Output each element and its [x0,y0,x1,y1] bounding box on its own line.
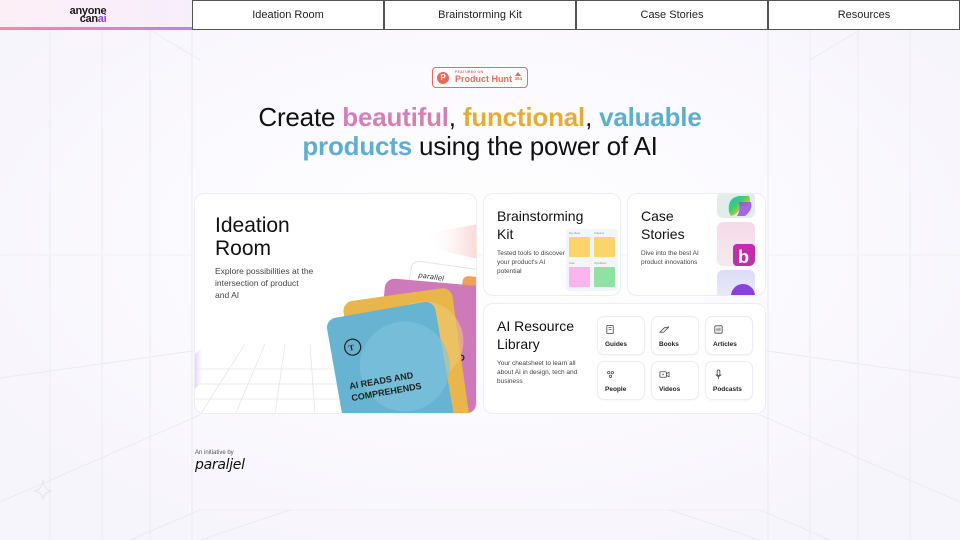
ideation-title-line2: Room [215,237,272,260]
library-title-line2: Library [497,336,540,352]
sticky-label: Hypothesis [594,262,607,265]
headline-products: products [302,131,412,161]
upvote-number: 364 [514,76,522,81]
product-hunt-badge[interactable]: P FEATURED ON Product Hunt 364 [432,67,528,88]
sticky-label: Key Ideas [569,232,581,235]
svg-text:b: b [738,247,749,266]
resource-tile-articles[interactable]: Articles [705,316,753,355]
brainstorm-title-line1: Brainstorming [497,208,584,224]
tile-label: Videos [659,386,681,393]
ideation-room-card[interactable]: parallel ND A T AI READS AND COMPREHENDS… [194,193,477,414]
resource-library-title: AI Resource Library [497,317,574,353]
brand-app-tile: b [717,222,755,266]
case-stories-subtitle: Dive into the best AI product innovation… [641,250,699,266]
nav-resources[interactable]: Resources [768,0,960,30]
product-hunt-name: Product Hunt [455,73,512,84]
resource-tiles: Guides Books Articles People Videos Podc… [597,316,753,400]
nav-brainstorming-kit[interactable]: Brainstorming Kit [384,0,576,30]
guide-icon [606,324,614,335]
tile-label: Books [659,341,679,348]
sticky-label: Goal [569,262,575,265]
product-hunt-text: FEATURED ON Product Hunt [455,71,512,84]
sticky-note-green [594,267,615,287]
brainstorming-kit-card[interactable]: Brainstorming Kit Tested tools to discov… [483,193,621,296]
copilot-icon [728,196,752,216]
case-title-line1: Case [641,208,674,224]
headline-beautiful: beautiful [342,102,449,132]
library-title-line1: AI Resource [497,318,575,334]
sticky-note-yellow [569,237,590,257]
ideation-room-title: Ideation Room [215,214,290,260]
copilot-app-tile [717,194,755,218]
headline-functional: functional [462,102,586,132]
nav-ideation-room[interactable]: Ideation Room [192,0,384,30]
purple-app-icon [731,284,755,295]
headline-rest: using the power of AI [411,131,658,161]
sticky-label: Outcome [594,232,605,235]
headline-comma1: , [448,102,463,132]
hero-headline: Create beautiful, functional, valuable p… [0,103,960,161]
ai-resource-library-card[interactable]: AI Resource Library Your cheatsheet to l… [483,303,766,414]
case-title-line2: Stories [641,226,685,242]
case-stories-card[interactable]: Case Stories Dive into the best AI produ… [627,193,766,296]
tile-label: People [605,386,627,393]
headline-create: Create [258,102,343,132]
third-app-tile [717,270,755,295]
article-icon [714,325,723,334]
book-icon [659,325,670,333]
headline-comma2: , [585,102,600,132]
resource-tile-people[interactable]: People [597,361,645,400]
ideation-room-subtitle: Explore possibilities at the intersectio… [215,266,314,300]
resource-library-subtitle: Your cheatsheet to learn all about AI in… [497,360,578,385]
initiative-label: An initiative by [195,450,234,456]
logo-ai: ai [97,13,107,25]
ideation-title-line1: Ideation [215,214,290,237]
sticky-notes-preview: Key Ideas Outcome Goal Hypothesis [566,229,618,291]
tile-label: Articles [713,341,737,348]
logo-can: can [79,13,98,25]
tile-label: Guides [605,341,628,348]
resource-tile-videos[interactable]: Videos [651,361,699,400]
sticky-note-pink [569,267,590,287]
resource-tile-books[interactable]: Books [651,316,699,355]
tile-label: Podcasts [713,386,742,393]
upvote-count: 364 [514,72,522,82]
headline-valuable: valuable [599,102,702,132]
nav-case-stories[interactable]: Case Stories [576,0,768,30]
resource-tile-podcasts[interactable]: Podcasts [705,361,753,400]
resource-tile-guides[interactable]: Guides [597,316,645,355]
product-hunt-icon: P [437,71,449,84]
top-nav: anyone canai Ideation Room Brainstorming… [0,0,960,30]
anyone-can-ai-logo[interactable]: anyone canai [70,6,107,25]
case-stories-title: Case Stories [641,207,685,243]
parallel-logo[interactable]: paraljel [195,457,245,473]
b-logo-icon: b [733,244,755,266]
logo-line2: canai [79,13,107,25]
sticky-note-yellow [594,237,615,257]
brainstorming-kit-subtitle: Tested tools to discover your product's … [497,250,565,275]
microphone-icon [715,369,722,380]
video-icon [659,371,670,378]
logo-cell[interactable]: anyone canai [0,0,192,30]
people-icon [607,371,614,378]
